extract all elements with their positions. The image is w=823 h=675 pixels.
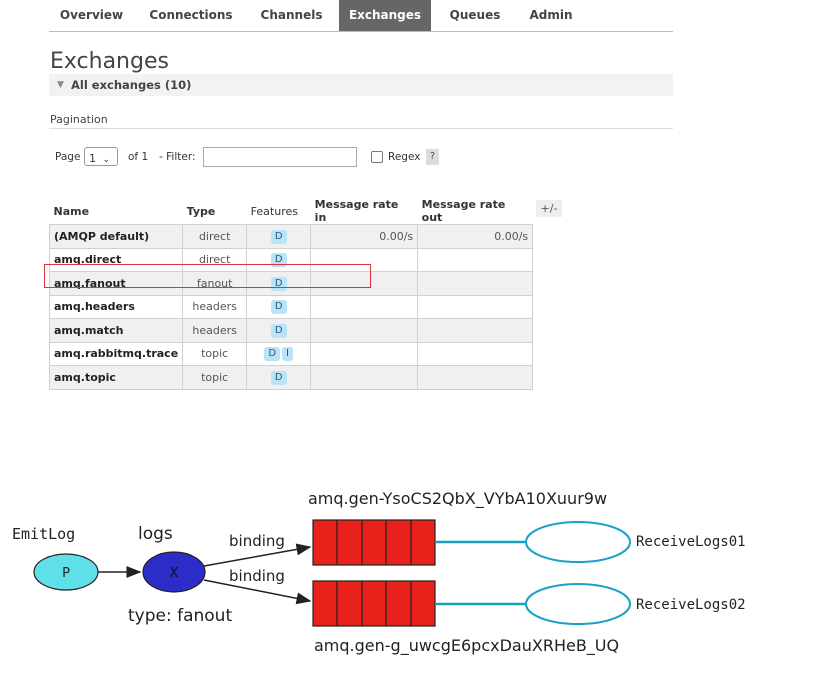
- tab-exchanges[interactable]: Exchanges: [339, 0, 431, 31]
- durable-badge: D: [270, 323, 287, 338]
- exchange-name[interactable]: (AMQP default): [48, 224, 184, 249]
- regex-help-icon[interactable]: ?: [426, 149, 439, 165]
- rate-out: [417, 365, 534, 390]
- rate-out: [417, 318, 534, 343]
- exchange-type: headers: [182, 294, 248, 319]
- exchange-features: D: [246, 294, 312, 319]
- column-header-features[interactable]: Features: [246, 198, 311, 225]
- queue-1-name: amq.gen-YsoCS2QbX_VYbA10Xuur9w: [308, 489, 607, 509]
- exchange-name: logs: [138, 524, 173, 544]
- page-of-label: of 1: [128, 151, 149, 163]
- page-label: Page: [55, 151, 81, 163]
- filter-input[interactable]: [203, 147, 357, 167]
- exchange-label: X: [170, 566, 179, 581]
- rate-out: [417, 247, 534, 272]
- rate-in: [310, 365, 419, 390]
- divider: [49, 128, 673, 129]
- tab-queues[interactable]: Queues: [440, 0, 510, 31]
- rate-in: 0.00/s: [310, 224, 419, 249]
- page-title: Exchanges: [50, 49, 169, 74]
- exchange-features: D: [246, 318, 312, 343]
- durable-badge: D: [270, 300, 287, 315]
- queue-2: [312, 580, 436, 627]
- chevron-down-icon: ⌄: [102, 155, 111, 165]
- section-label: All exchanges (10): [71, 78, 192, 92]
- tab-overview[interactable]: Overview: [49, 0, 134, 31]
- queue-1: [312, 519, 436, 566]
- table-row[interactable]: amq.topic topic D: [48, 365, 534, 390]
- column-header-rate-out[interactable]: Message rate out: [417, 198, 533, 225]
- durable-badge: D: [270, 229, 287, 244]
- table-row[interactable]: amq.rabbitmq.trace topic DI: [48, 341, 534, 366]
- exchange-features: D: [246, 365, 312, 390]
- exchange-features: DI: [246, 341, 312, 366]
- rate-in: [310, 341, 419, 366]
- fanout-diagram: EmitLog P logs X type: fanout binding bi…: [12, 489, 746, 656]
- column-header-type[interactable]: Type: [182, 198, 247, 225]
- exchange-type: headers: [182, 318, 248, 343]
- exchanges-table: Name Type Features Message rate in Messa…: [48, 198, 534, 390]
- durable-badge: D: [270, 370, 287, 385]
- page-select-value: 1: [89, 152, 96, 165]
- exchange-name[interactable]: amq.headers: [48, 294, 184, 319]
- column-header-rate-in[interactable]: Message rate in: [310, 198, 418, 225]
- exchange-name[interactable]: amq.topic: [48, 365, 184, 390]
- exchange-type: direct: [182, 224, 248, 249]
- regex-checkbox[interactable]: [371, 151, 383, 163]
- rate-in: [310, 294, 419, 319]
- queue-2-name: amq.gen-g_uwcgE6pcxDauXRHeB_UQ: [314, 636, 619, 656]
- regex-label: Regex: [388, 151, 421, 163]
- table-row[interactable]: amq.match headers D: [48, 318, 534, 343]
- table-row[interactable]: (AMQP default) direct D 0.00/s 0.00/s: [48, 224, 534, 249]
- durable-badge: D: [264, 347, 281, 362]
- tab-connections[interactable]: Connections: [141, 0, 241, 31]
- rate-in: [310, 318, 419, 343]
- consumer-2-name: ReceiveLogs02: [636, 597, 746, 613]
- rate-out: [417, 294, 534, 319]
- all-exchanges-section-header[interactable]: ▼ All exchanges (10): [49, 74, 673, 96]
- filter-label: - Filter:: [159, 151, 196, 163]
- exchange-name[interactable]: amq.match: [48, 318, 184, 343]
- binding-label-1: binding: [229, 532, 285, 550]
- rate-out: [417, 271, 534, 296]
- table-header-row: Name Type Features Message rate in Messa…: [49, 198, 533, 225]
- producer-label: P: [62, 566, 70, 581]
- consumer-1-node: [525, 521, 631, 563]
- tab-admin[interactable]: Admin: [517, 0, 585, 31]
- rate-out: [417, 341, 534, 366]
- main-nav: Overview Connections Channels Exchanges …: [49, 0, 673, 32]
- exchange-type: topic: [182, 341, 248, 366]
- consumer-2-node: [525, 583, 631, 625]
- internal-badge: I: [282, 347, 293, 362]
- consumer-1-name: ReceiveLogs01: [636, 534, 746, 550]
- producer-name: EmitLog: [12, 525, 75, 543]
- fanout-row-highlight: [44, 264, 371, 288]
- collapse-triangle-icon: ▼: [57, 80, 64, 90]
- columns-toggle-button[interactable]: +/-: [536, 200, 562, 217]
- exchange-name[interactable]: amq.rabbitmq.trace: [48, 341, 184, 366]
- exchange-type-label: type: fanout: [128, 606, 232, 626]
- tab-channels[interactable]: Channels: [249, 0, 334, 31]
- column-header-name[interactable]: Name: [49, 198, 183, 225]
- exchange-features: D: [246, 224, 312, 249]
- binding-label-2: binding: [229, 567, 285, 585]
- rate-out: 0.00/s: [417, 224, 534, 249]
- pagination-heading: Pagination: [50, 113, 108, 126]
- page-select[interactable]: 1 ⌄: [84, 147, 118, 166]
- table-row[interactable]: amq.headers headers D: [48, 294, 534, 319]
- exchange-type: topic: [182, 365, 248, 390]
